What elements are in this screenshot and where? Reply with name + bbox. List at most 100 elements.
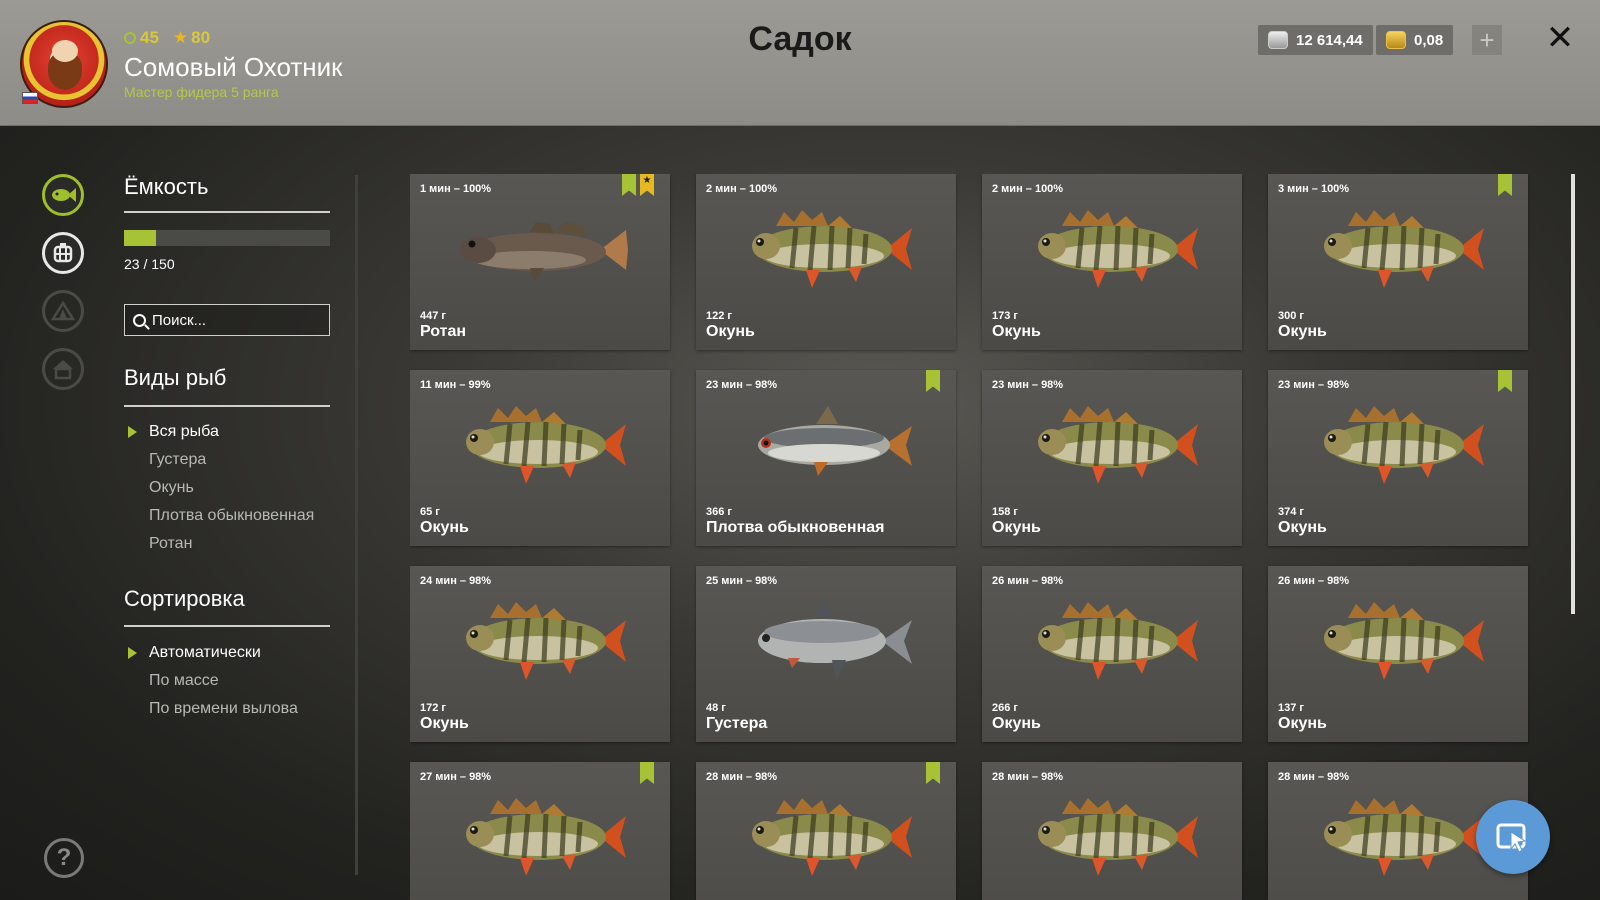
capacity-bar bbox=[124, 230, 330, 246]
fish-name: Окунь bbox=[706, 323, 755, 340]
fish-perch-image bbox=[1308, 204, 1488, 294]
bookmark-icon[interactable] bbox=[926, 370, 940, 392]
fish-catch-time: 24 мин – 98% bbox=[420, 575, 492, 587]
search-input[interactable]: Поиск... bbox=[124, 304, 330, 336]
fish-perch-image bbox=[1308, 400, 1488, 490]
capacity-rule bbox=[124, 211, 330, 213]
fish-catch-time: 23 мин – 98% bbox=[992, 379, 1064, 391]
fish-card[interactable]: 24 мин – 98% 172 г Окунь bbox=[410, 566, 670, 742]
fish-perch-image bbox=[1308, 596, 1488, 686]
fish-perch-image bbox=[1308, 792, 1488, 882]
grid-scrollbar[interactable] bbox=[1571, 174, 1575, 614]
fish-catch-time: 26 мин – 98% bbox=[992, 575, 1064, 587]
bookmark-icon[interactable] bbox=[640, 762, 654, 784]
fish-card[interactable]: 23 мин – 98% 374 г Окунь bbox=[1268, 370, 1528, 546]
fish-catch-time: 11 мин – 99% bbox=[420, 379, 491, 391]
fish-perch-image bbox=[450, 792, 630, 882]
fish-weight: 366 г bbox=[706, 506, 732, 518]
bookmark-icon[interactable] bbox=[622, 174, 636, 196]
fish-card[interactable]: 3 мин – 100% 300 г Окунь bbox=[1268, 174, 1528, 350]
capacity-heading: Ёмкость bbox=[124, 174, 209, 199]
fish-weight: 158 г bbox=[992, 506, 1018, 518]
fish-catch-time: 2 мин – 100% bbox=[706, 183, 778, 195]
sort-by-time[interactable]: По времени вылова bbox=[124, 695, 298, 723]
sorting-rule bbox=[124, 625, 330, 627]
fish-weight: 266 г bbox=[992, 702, 1018, 714]
bookmark-icon[interactable] bbox=[1498, 174, 1512, 196]
fish-roach-image bbox=[736, 400, 916, 490]
add-gold-button[interactable]: + bbox=[1472, 25, 1502, 55]
sort-auto[interactable]: Автоматически bbox=[124, 639, 298, 667]
fish-name: Ротан bbox=[420, 323, 467, 340]
bookmark-icon[interactable] bbox=[926, 762, 940, 784]
keepnet-glyph bbox=[53, 243, 73, 263]
silver-balance: 12 614,44 bbox=[1258, 25, 1373, 55]
camp-icon[interactable] bbox=[42, 290, 84, 332]
fish-weight: 65 г bbox=[420, 506, 440, 518]
species-filter-all[interactable]: Вся рыба bbox=[124, 418, 314, 446]
fish-perch-image bbox=[1022, 400, 1202, 490]
fish-catch-time: 27 мин – 98% bbox=[420, 771, 492, 783]
fish-catch-time: 23 мин – 98% bbox=[706, 379, 778, 391]
fish-grid: 1 мин – 100% 447 г Ротан ★ 2 мин – 100% 122… bbox=[410, 174, 1550, 900]
fish-perch-image bbox=[1022, 596, 1202, 686]
fish-name: Окунь bbox=[1278, 715, 1327, 732]
fish-weight: 300 г bbox=[1278, 310, 1304, 322]
fish-weight: 122 г bbox=[706, 310, 732, 322]
fish-catch-time: 3 мин – 100% bbox=[1278, 183, 1350, 195]
fish-name: Густера bbox=[706, 715, 768, 732]
top-bar: 45 ★ 80 Сомовый Охотник Мастер фидера 5 р… bbox=[0, 0, 1600, 126]
fish-card[interactable]: 28 мин – 98% bbox=[982, 762, 1242, 900]
species-filter-gustera[interactable]: Густера bbox=[124, 446, 314, 474]
close-button[interactable]: ✕ bbox=[1542, 19, 1578, 57]
species-filter-rotan[interactable]: Ротан bbox=[124, 530, 314, 558]
fish-catch-time: 23 мин – 98% bbox=[1278, 379, 1350, 391]
fish-card[interactable]: 25 мин – 98% 48 г Густера bbox=[696, 566, 956, 742]
panel-divider bbox=[355, 175, 358, 875]
search-icon bbox=[133, 313, 146, 327]
fish-weight: 374 г bbox=[1278, 506, 1304, 518]
fish-name: Окунь bbox=[992, 715, 1041, 732]
fish-perch-image bbox=[736, 792, 916, 882]
fish-catch-time: 28 мин – 98% bbox=[1278, 771, 1350, 783]
sort-by-weight[interactable]: По массе bbox=[124, 667, 298, 695]
fish-card[interactable]: 26 мин – 98% 266 г Окунь bbox=[982, 566, 1242, 742]
species-filter-plotva[interactable]: Плотва обыкновенная bbox=[124, 502, 314, 530]
fish-card[interactable]: 2 мин – 100% 122 г Окунь bbox=[696, 174, 956, 350]
fish-perch-image bbox=[736, 204, 916, 294]
fish-card[interactable]: 11 мин – 99% 65 г Окунь bbox=[410, 370, 670, 546]
fish-catch-time: 26 мин – 98% bbox=[1278, 575, 1350, 587]
home-icon[interactable] bbox=[42, 348, 84, 390]
fish-name: Окунь bbox=[420, 715, 469, 732]
fish-card[interactable]: 27 мин – 98% bbox=[410, 762, 670, 900]
help-button[interactable]: ? bbox=[44, 838, 84, 878]
fish-tank-icon[interactable] bbox=[42, 174, 84, 216]
species-filter-okun[interactable]: Окунь bbox=[124, 474, 314, 502]
favorite-star-icon[interactable]: ★ bbox=[640, 174, 654, 196]
fish-weight: 447 г bbox=[420, 310, 446, 322]
fish-card[interactable]: 23 мин – 98% 366 г Плотва обыкновенная bbox=[696, 370, 956, 546]
cursor-mode-button[interactable] bbox=[1476, 800, 1550, 874]
fish-card[interactable]: 23 мин – 98% 158 г Окунь bbox=[982, 370, 1242, 546]
fish-rotan-image bbox=[450, 204, 630, 294]
fish-name: Окунь bbox=[992, 323, 1041, 340]
fish-weight: 48 г bbox=[706, 702, 726, 714]
fish-card[interactable]: 2 мин – 100% 173 г Окунь bbox=[982, 174, 1242, 350]
fish-weight: 137 г bbox=[1278, 702, 1304, 714]
fish-name: Окунь bbox=[420, 519, 469, 536]
species-heading: Виды рыб bbox=[124, 365, 227, 390]
cursor-icon bbox=[1496, 823, 1527, 853]
fish-catch-time: 1 мин – 100% bbox=[420, 183, 492, 195]
fish-card[interactable]: 28 мин – 98% bbox=[696, 762, 956, 900]
search-placeholder: Поиск... bbox=[152, 311, 207, 329]
fish-card[interactable]: 1 мин – 100% 447 г Ротан ★ bbox=[410, 174, 670, 350]
fish-card[interactable]: 26 мин – 98% 137 г Окунь bbox=[1268, 566, 1528, 742]
fish-name: Окунь bbox=[1278, 519, 1327, 536]
fish-name: Окунь bbox=[1278, 323, 1327, 340]
bookmark-icon[interactable] bbox=[1498, 370, 1512, 392]
silver-coin-icon bbox=[1268, 31, 1288, 49]
fish-catch-time: 25 мин – 98% bbox=[706, 575, 778, 587]
fish-catch-time: 28 мин – 98% bbox=[992, 771, 1064, 783]
keepnet-icon[interactable] bbox=[42, 232, 84, 274]
capacity-count: 23 / 150 bbox=[124, 256, 175, 272]
